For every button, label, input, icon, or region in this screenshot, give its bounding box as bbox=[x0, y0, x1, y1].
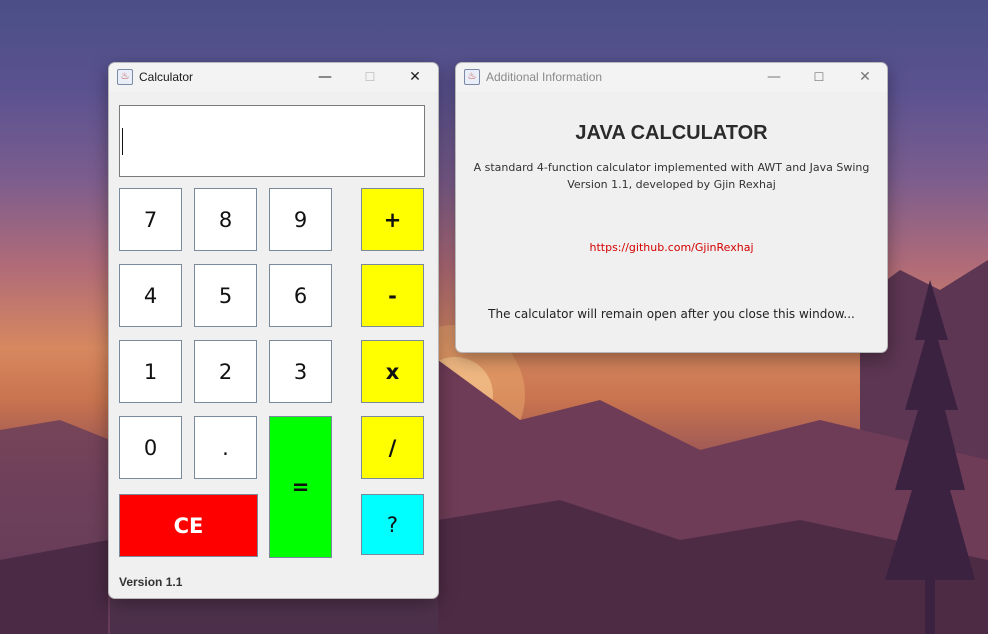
digit-1-button[interactable]: 1 bbox=[119, 340, 182, 403]
digit-0-button[interactable]: 0 bbox=[119, 416, 182, 479]
multiply-button[interactable]: x bbox=[361, 340, 424, 403]
minimize-icon[interactable]: — bbox=[763, 67, 785, 87]
close-icon[interactable]: ✕ bbox=[404, 67, 426, 87]
digit-7-button[interactable]: 7 bbox=[119, 188, 182, 251]
decimal-point-button[interactable]: . bbox=[194, 416, 257, 479]
equals-button[interactable]: = bbox=[269, 416, 332, 558]
calculator-window: ♨ Calculator — ☐ ✕ 7 8 9 + 4 5 6 - 1 2 3… bbox=[108, 62, 439, 599]
plus-button[interactable]: + bbox=[361, 188, 424, 251]
info-window-title: Additional Information bbox=[486, 70, 603, 84]
digit-9-button[interactable]: 9 bbox=[269, 188, 332, 251]
digit-4-button[interactable]: 4 bbox=[119, 264, 182, 327]
maximize-icon: ☐ bbox=[364, 70, 376, 84]
info-heading: JAVA CALCULATOR bbox=[575, 122, 768, 144]
desktop-wallpaper: ♨ Calculator — ☐ ✕ 7 8 9 + 4 5 6 - 1 2 3… bbox=[0, 0, 988, 634]
maximize-icon[interactable]: ☐ bbox=[808, 67, 830, 87]
version-label: Version 1.1 bbox=[119, 575, 183, 589]
info-titlebar[interactable]: ♨ Additional Information — ☐ ✕ bbox=[456, 63, 887, 92]
digit-3-button[interactable]: 3 bbox=[269, 340, 332, 403]
java-app-icon: ♨ bbox=[117, 69, 133, 85]
clear-entry-button[interactable]: CE bbox=[119, 494, 258, 557]
info-credit: Version 1.1, developed by Gjin Rexhaj bbox=[567, 178, 776, 191]
minimize-icon[interactable]: — bbox=[314, 67, 336, 87]
java-app-icon: ♨ bbox=[464, 69, 480, 85]
digit-5-button[interactable]: 5 bbox=[194, 264, 257, 327]
info-window: ♨ Additional Information — ☐ ✕ JAVA CALC… bbox=[455, 62, 888, 353]
minus-button[interactable]: - bbox=[361, 264, 424, 327]
calculator-display[interactable] bbox=[119, 105, 425, 177]
text-caret bbox=[122, 128, 123, 155]
digit-8-button[interactable]: 8 bbox=[194, 188, 257, 251]
divide-button[interactable]: / bbox=[361, 416, 424, 479]
info-description: A standard 4-function calculator impleme… bbox=[473, 161, 870, 174]
calculator-window-title: Calculator bbox=[139, 70, 194, 84]
digit-6-button[interactable]: 6 bbox=[269, 264, 332, 327]
github-link[interactable]: https://github.com/GjinRexhaj bbox=[456, 241, 887, 254]
help-button[interactable]: ? bbox=[361, 494, 424, 555]
info-note: The calculator will remain open after yo… bbox=[488, 307, 855, 321]
digit-2-button[interactable]: 2 bbox=[194, 340, 257, 403]
close-icon[interactable]: ✕ bbox=[854, 67, 876, 87]
calculator-titlebar[interactable]: ♨ Calculator — ☐ ✕ bbox=[109, 63, 438, 92]
